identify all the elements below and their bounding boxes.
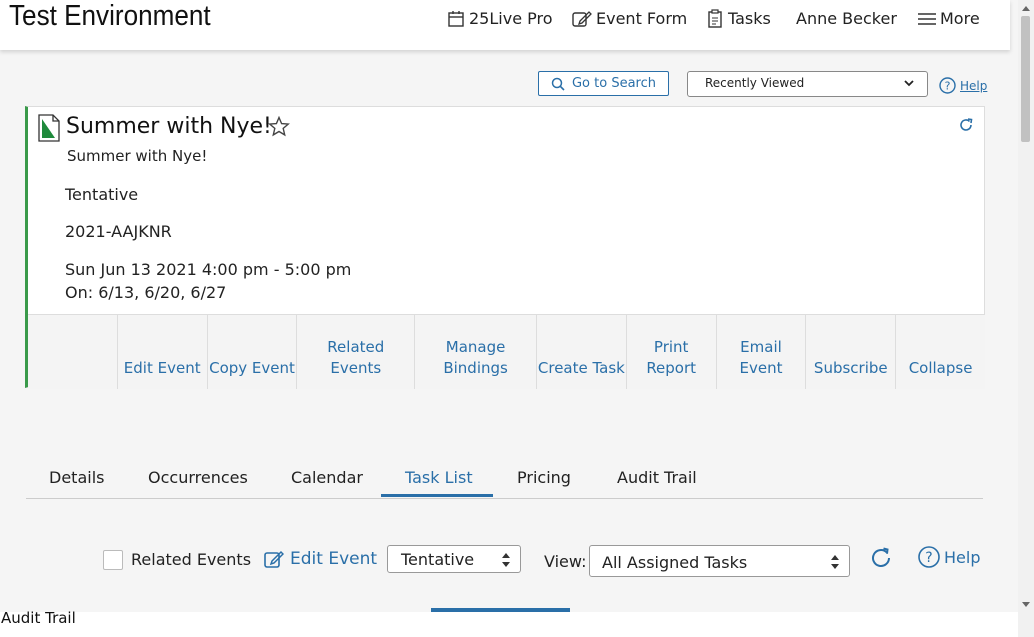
event-date-time: Sun Jun 13 2021 4:00 pm - 5:00 pm	[65, 260, 352, 279]
nav-25live-label: 25Live Pro	[469, 9, 553, 28]
refresh-tasks-icon[interactable]	[869, 546, 893, 570]
event-title: Summer with Nye!	[66, 114, 272, 139]
edit-icon	[264, 550, 284, 568]
event-occurrences: On: 6/13, 6/20, 6/27	[65, 283, 227, 302]
subscribe-button[interactable]: Subscribe	[805, 315, 895, 389]
help-label-tasks: Help	[944, 547, 981, 567]
email-event-button[interactable]: Email Event	[715, 315, 806, 389]
search-icon	[551, 77, 565, 91]
event-summary-card: Summer with Nye! Summer with Nye! Tentat…	[25, 106, 985, 389]
bottom-strip	[0, 612, 1018, 637]
tab-calendar[interactable]: Calendar	[291, 468, 363, 487]
svg-text:?: ?	[925, 550, 932, 566]
collapse-button[interactable]: Collapse	[895, 315, 985, 389]
create-task-button[interactable]: Create Task	[535, 315, 626, 389]
svg-text:?: ?	[945, 80, 951, 93]
tab-task-list[interactable]: Task List	[405, 468, 473, 487]
go-to-search-label: Go to Search	[571, 76, 656, 91]
help-circle-icon: ?	[939, 77, 956, 94]
calendar-icon	[448, 10, 464, 27]
document-icon	[38, 114, 60, 142]
refresh-icon[interactable]	[958, 117, 974, 133]
view-select-value: All Assigned Tasks	[602, 553, 748, 572]
recently-viewed-dropdown[interactable]: Recently Viewed	[687, 71, 928, 97]
state-select-value: Tentative	[401, 550, 475, 569]
related-events-button[interactable]: Related Events	[296, 315, 414, 389]
view-label: View:	[544, 552, 587, 571]
copy-event-button[interactable]: Copy Event	[206, 315, 297, 389]
tab-audit-trail[interactable]: Audit Trail	[617, 468, 697, 487]
tab-occurrences[interactable]: Occurrences	[148, 468, 248, 487]
help-link-top[interactable]: ? Help	[939, 77, 987, 94]
tab-details[interactable]: Details	[49, 468, 104, 487]
action-blank	[28, 315, 117, 389]
scroll-thumb[interactable]	[1021, 16, 1030, 142]
related-events-checkbox[interactable]	[103, 550, 123, 570]
event-state: Tentative	[65, 185, 139, 204]
chevron-down-icon	[904, 80, 914, 87]
help-link-tasks[interactable]: ? Help	[918, 546, 980, 568]
nav-tasks-label: Tasks	[728, 9, 771, 28]
nav-event-form-label: Event Form	[596, 9, 688, 28]
event-tabs: Details Occurrences Calendar Task List P…	[26, 457, 983, 499]
tab-pricing[interactable]: Pricing	[517, 468, 571, 487]
print-report-button[interactable]: Print Report	[625, 315, 716, 389]
event-reference: 2021-AAJKNR	[65, 222, 172, 241]
favorite-star-icon[interactable]	[268, 116, 290, 137]
edit-form-icon	[572, 10, 592, 27]
recently-viewed-label: Recently Viewed	[705, 76, 805, 90]
edit-event-link[interactable]: Edit Event	[264, 549, 377, 569]
manage-bindings-button[interactable]: Manage Bindings	[414, 315, 536, 389]
clipboard-icon	[708, 9, 722, 28]
nav-tasks[interactable]: Tasks	[706, 9, 771, 28]
app-title[interactable]: Test Environment	[9, 0, 211, 33]
go-to-search-button[interactable]: Go to Search	[538, 71, 669, 96]
nav-user[interactable]: Anne Becker	[796, 9, 897, 28]
help-label-top: Help	[960, 78, 988, 93]
state-select[interactable]: Tentative	[387, 545, 521, 573]
audit-trail-text: Audit Trail	[1, 609, 76, 627]
nav-event-form[interactable]: Event Form	[572, 9, 687, 28]
view-select[interactable]: All Assigned Tasks	[589, 545, 850, 577]
nav-more-label: More	[940, 9, 980, 28]
select-arrows-icon	[502, 553, 510, 567]
help-circle-icon: ?	[918, 546, 940, 568]
scroll-down-arrow-icon[interactable]	[1022, 602, 1030, 607]
top-navigation-bar: Test Environment 25Live Pro Event Form T…	[0, 0, 1010, 50]
edit-event-button[interactable]: Edit Event	[116, 315, 207, 389]
active-tab-indicator	[381, 494, 493, 497]
hamburger-menu-icon	[918, 12, 936, 25]
nav-more[interactable]: More	[918, 9, 980, 28]
event-action-bar: Edit Event Copy Event Related Events Man…	[28, 314, 985, 389]
vertical-scrollbar[interactable]	[1018, 0, 1034, 637]
related-events-label: Related Events	[131, 550, 252, 569]
scroll-up-arrow-icon[interactable]	[1022, 6, 1030, 11]
select-arrows-icon	[831, 555, 839, 569]
nav-25live[interactable]: 25Live Pro	[447, 9, 553, 28]
edit-event-link-label: Edit Event	[290, 549, 378, 569]
task-list-toolbar: Related Events Edit Event Tentative View…	[0, 545, 1010, 577]
event-name: Summer with Nye!	[67, 147, 208, 165]
user-name: Anne Becker	[796, 9, 897, 28]
